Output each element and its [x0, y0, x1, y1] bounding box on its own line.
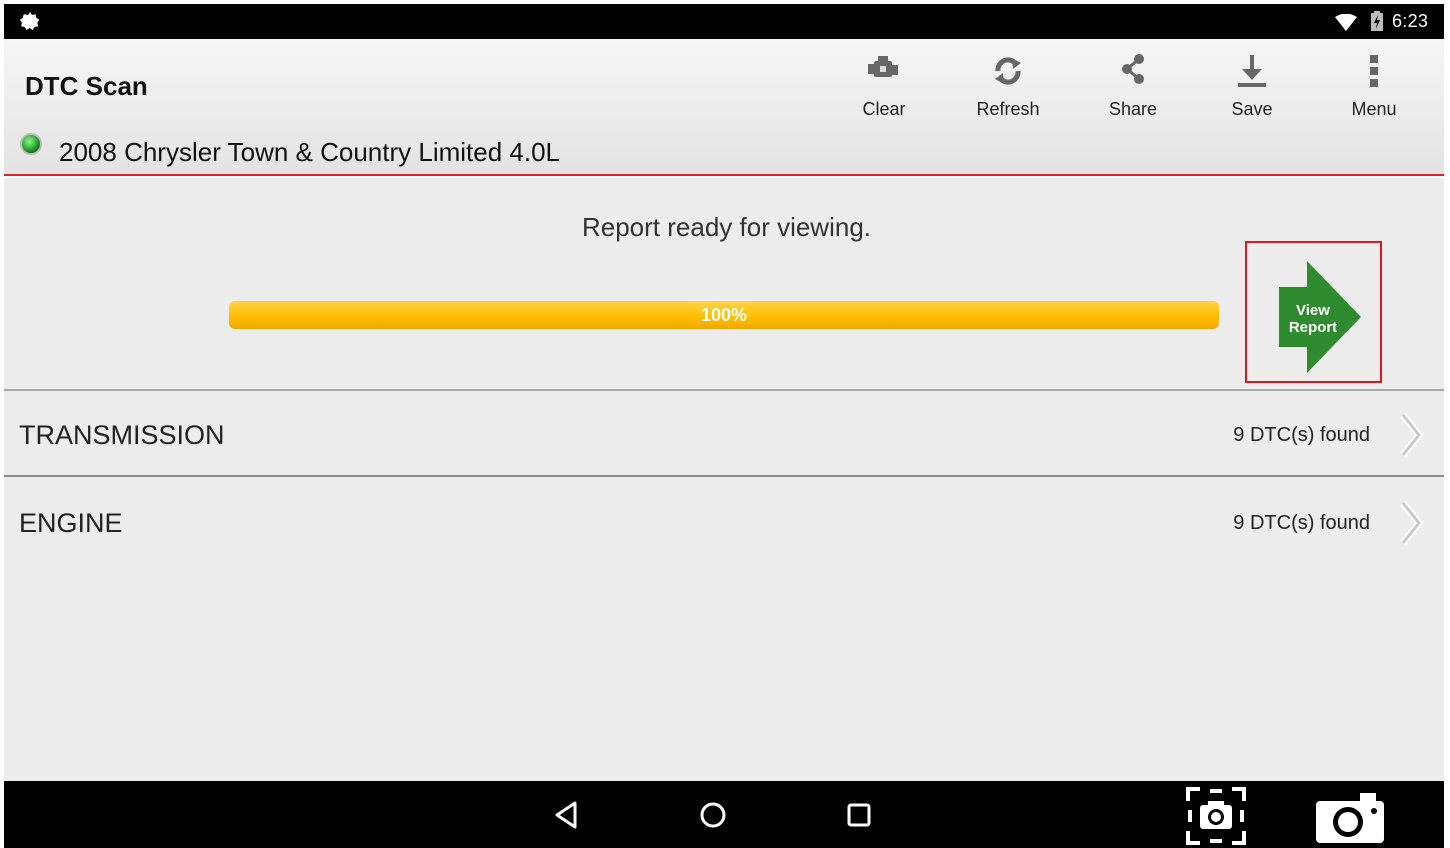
chevron-right-icon: [1400, 413, 1424, 457]
refresh-button[interactable]: Refresh: [953, 47, 1063, 127]
vehicle-name: 2008 Chrysler Town & Country Limited 4.0…: [59, 137, 560, 167]
report-status-message: Report ready for viewing.: [581, 212, 872, 242]
share-button[interactable]: Share: [1078, 47, 1188, 127]
dtc-count: 9 DTC(s) found: [1233, 424, 1370, 446]
refresh-icon: [995, 57, 1021, 85]
module-name: TRANSMISSION: [19, 420, 225, 450]
app-header: DTC Scan 2008 Chrysler Town & Country Li…: [4, 39, 1444, 176]
gear-notification-icon: [19, 12, 40, 30]
overflow-menu-icon: [1370, 55, 1378, 87]
download-save-icon: [1238, 55, 1266, 87]
system-nav-bar: [4, 781, 1444, 848]
module-name: ENGINE: [19, 508, 123, 538]
view-report-label: View Report: [1288, 302, 1338, 336]
share-label: Share: [1108, 99, 1158, 119]
page-title: DTC Scan: [25, 71, 148, 101]
status-bar: 6:23: [4, 4, 1444, 39]
dtc-count: 9 DTC(s) found: [1233, 512, 1370, 534]
green-status-led-icon: [20, 133, 42, 155]
refresh-label: Refresh: [976, 99, 1040, 119]
save-button[interactable]: Save: [1197, 47, 1307, 127]
app-frame: 6:23 DTC Scan 2008 Chrysler Town & Count…: [4, 4, 1444, 848]
scan-progress-bar: 100%: [229, 301, 1219, 329]
camera-icon[interactable]: [1314, 789, 1386, 845]
clear-button[interactable]: Clear: [829, 47, 939, 127]
wifi-icon: [1335, 14, 1357, 31]
recents-icon[interactable]: [839, 795, 879, 835]
progress-label: 100%: [700, 305, 748, 325]
save-label: Save: [1231, 99, 1273, 119]
chevron-right-icon: [1400, 501, 1424, 545]
home-icon[interactable]: [693, 795, 733, 835]
battery-charging-icon: [1371, 11, 1383, 31]
scan-results-panel: Report ready for viewing. 100% View Repo…: [4, 178, 1444, 781]
screenshot-icon[interactable]: [1184, 785, 1248, 847]
view-report-button[interactable]: View Report: [1245, 241, 1382, 383]
module-row-engine[interactable]: ENGINE 9 DTC(s) found: [4, 479, 1444, 565]
engine-clear-icon: [868, 56, 898, 77]
clear-label: Clear: [862, 99, 906, 119]
menu-button[interactable]: Menu: [1319, 47, 1429, 127]
menu-label: Menu: [1351, 99, 1397, 119]
share-icon: [1122, 54, 1144, 84]
module-row-transmission[interactable]: TRANSMISSION 9 DTC(s) found: [4, 391, 1444, 477]
status-clock: 6:23: [1392, 11, 1429, 31]
back-icon[interactable]: [547, 795, 587, 835]
